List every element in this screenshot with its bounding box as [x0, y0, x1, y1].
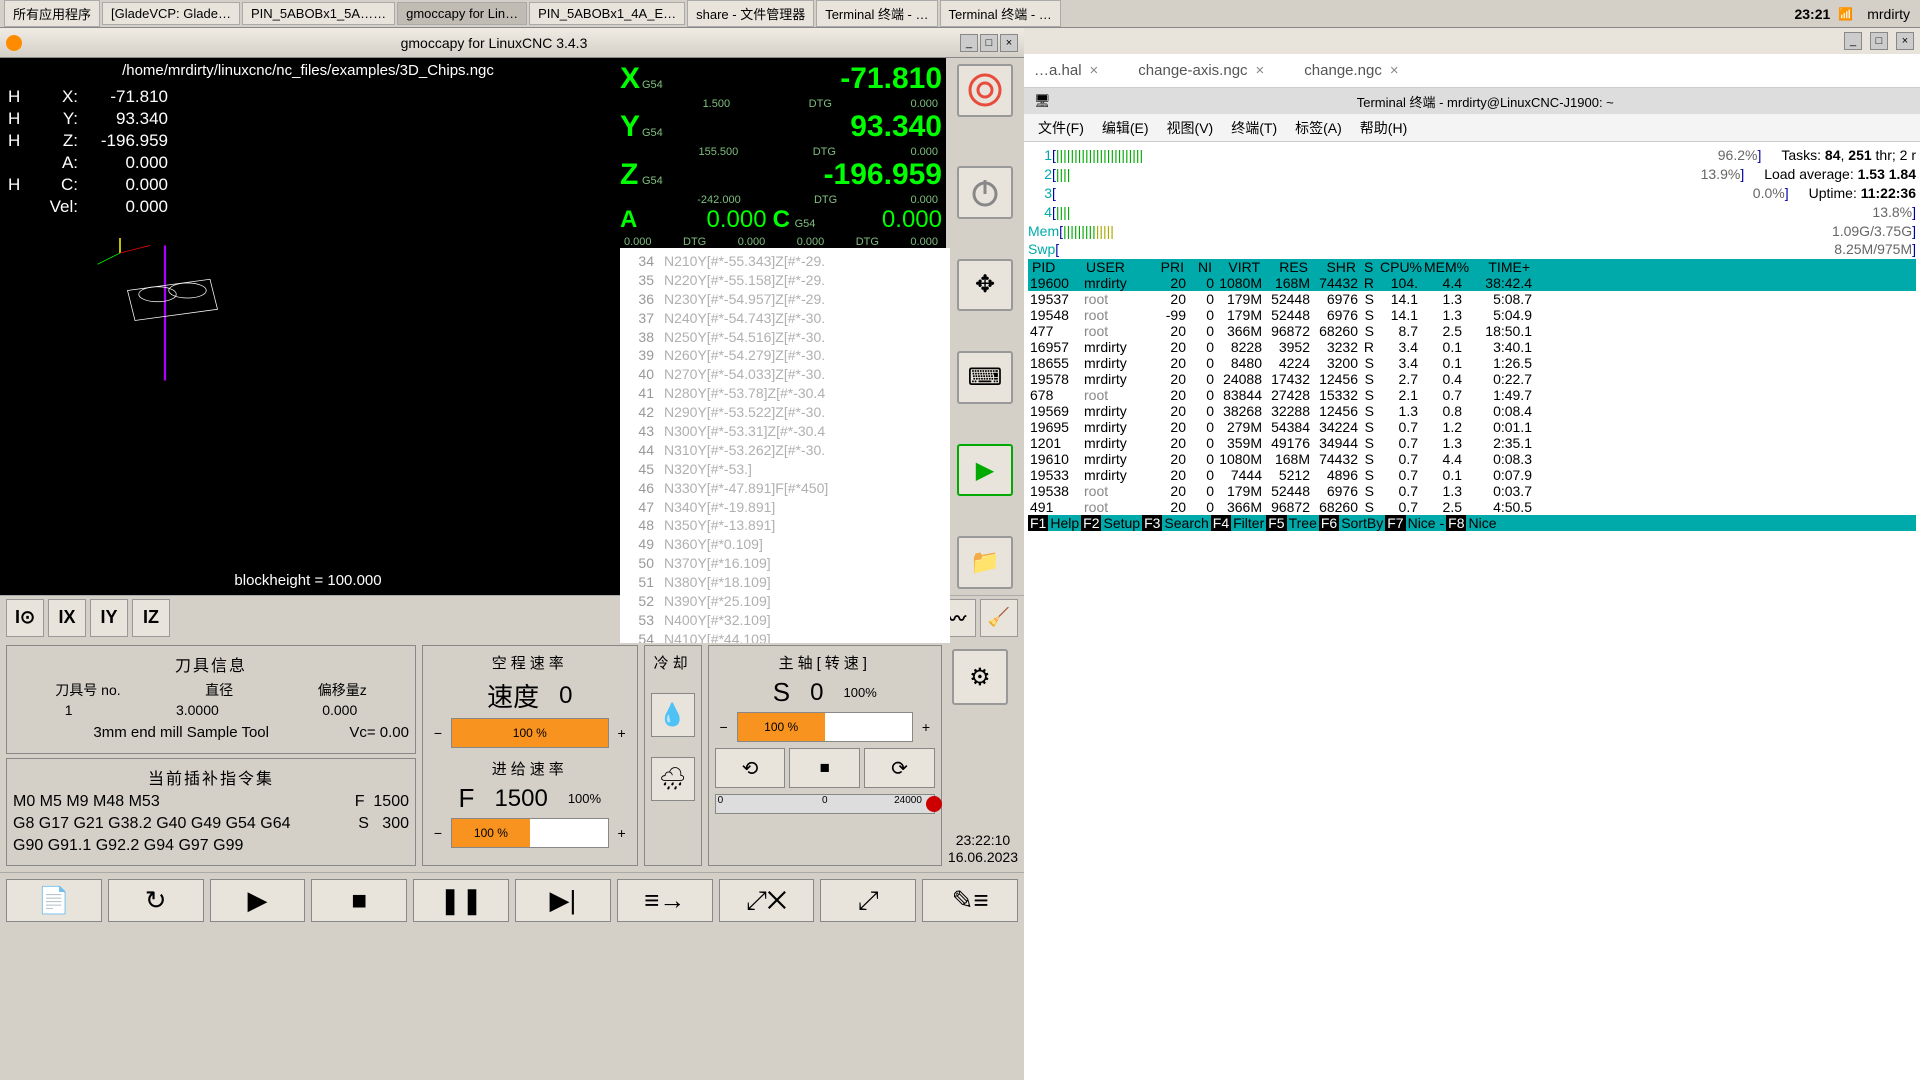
taskbar-app-share[interactable]: share - 文件管理器: [687, 0, 814, 27]
htop-header: PIDUSERPRINIVIRTRESSHRSCPU%MEM%TIME+: [1028, 259, 1916, 275]
rapid-minus[interactable]: −: [429, 721, 447, 745]
spindle-speed-bar[interactable]: 0 0 24000: [715, 794, 935, 814]
rapid-slider[interactable]: 100 %: [451, 718, 609, 748]
taskbar-app-gladevcp[interactable]: [GladeVCP: Glade…: [102, 2, 240, 25]
spindle-led: [926, 796, 942, 812]
close-button[interactable]: ×: [1000, 34, 1018, 52]
menu-view[interactable]: 视图(V): [1167, 118, 1214, 138]
terminal-titlebar[interactable]: _ □ ×: [1024, 28, 1920, 54]
fullscreen-button[interactable]: ⤢: [820, 879, 916, 922]
view-z-button[interactable]: IZ: [132, 599, 170, 637]
feed-slider[interactable]: 100 %: [451, 818, 609, 848]
flood-button[interactable]: 🌧: [651, 757, 695, 801]
network-icon[interactable]: 📶: [1838, 7, 1853, 21]
gcode-listing[interactable]: 34N210Y[#*-55.343]Z[#*-29.35N220Y[#*-55.…: [620, 248, 950, 643]
settings-button[interactable]: ⚙: [952, 649, 1008, 705]
term-close[interactable]: ×: [1896, 32, 1914, 50]
term-minimize[interactable]: _: [1844, 32, 1862, 50]
clear-button[interactable]: 🧹: [980, 599, 1018, 637]
file-path: /home/mrdirty/linuxcnc/nc_files/examples…: [0, 58, 616, 83]
htop-footer[interactable]: F1HelpF2SetupF3SearchF4FilterF5TreeF6Sor…: [1028, 515, 1916, 531]
window-title: gmoccapy for LinuxCNC 3.4.3: [30, 35, 958, 51]
spindle-minus[interactable]: −: [715, 715, 733, 739]
feed-minus[interactable]: −: [429, 821, 447, 845]
jog-button[interactable]: ✥: [957, 259, 1013, 312]
taskbar-app-pin4a[interactable]: PIN_5ABOBx1_4A_E…: [529, 2, 685, 25]
blockheight-label: blockheight = 100.000: [0, 572, 616, 589]
menu-tabs[interactable]: 标签(A): [1295, 118, 1342, 138]
run-from-line-button[interactable]: ≡→: [617, 879, 713, 922]
feed-panel: 空程速率 速度0 −100 %+ 进给速率 F1500100% −100 %+: [422, 645, 638, 866]
minimize-button[interactable]: _: [960, 34, 978, 52]
taskbar-start[interactable]: 所有应用程序: [4, 0, 100, 27]
pause-button[interactable]: ❚❚: [413, 879, 509, 922]
open-file-button[interactable]: 📄: [6, 879, 102, 922]
modal-gcodes-panel: 当前插补指令集 M0 M5 M9 M48 M53F 1500 G8 G17 G2…: [6, 758, 416, 866]
folder-button[interactable]: 📁: [957, 536, 1013, 589]
htop-process-list: 19600mrdirty2001080M168M74432R104.4.438:…: [1028, 275, 1916, 515]
tab-close-icon[interactable]: ×: [1090, 62, 1099, 79]
terminal-icon: 🖥: [1034, 93, 1051, 109]
taskbar-app-terminal2[interactable]: Terminal 终端 - …: [940, 0, 1061, 27]
titlebar[interactable]: gmoccapy for LinuxCNC 3.4.3 _ □ ×: [0, 28, 1024, 58]
skip-button[interactable]: ⤢✕: [719, 879, 815, 922]
tool-info-panel: 刀具信息 刀具号 no.直径偏移量z 13.00000.000 3mm end …: [6, 645, 416, 754]
spindle-override-slider[interactable]: 100 %: [737, 712, 913, 742]
menu-file[interactable]: 文件(F): [1038, 118, 1084, 138]
feed-plus[interactable]: +: [613, 821, 631, 845]
tab-hal[interactable]: …a.hal×: [1034, 62, 1098, 79]
spindle-stop-button[interactable]: ⏹: [789, 748, 860, 788]
tab-change-axis[interactable]: change-axis.ngc×: [1138, 62, 1264, 79]
app-icon: [6, 35, 22, 51]
view-x-button[interactable]: IX: [48, 599, 86, 637]
tab-change[interactable]: change.ngc×: [1304, 62, 1398, 79]
bottom-toolbar: 📄 ↻ ▶ ■ ❚❚ ▶| ≡→ ⤢✕ ⤢ ✎≡: [0, 872, 1024, 928]
keyboard-button[interactable]: ⌨: [957, 351, 1013, 404]
power-button[interactable]: [957, 166, 1013, 219]
maximize-button[interactable]: □: [980, 34, 998, 52]
terminal-header: 🖥 Terminal 终端 - mrdirty@LinuxCNC-J1900: …: [1024, 88, 1920, 114]
edit-button[interactable]: ✎≡: [922, 879, 1018, 922]
taskbar-app-terminal1[interactable]: Terminal 终端 - …: [816, 0, 937, 27]
spindle-plus[interactable]: +: [917, 715, 935, 739]
terminal-window: _ □ × …a.hal× change-axis.ngc× change.ng…: [1024, 28, 1920, 1080]
tab-close-icon[interactable]: ×: [1390, 62, 1399, 79]
menu-edit[interactable]: 编辑(E): [1102, 118, 1149, 138]
estop-button[interactable]: [957, 64, 1013, 117]
toolpath-drawing: [80, 238, 280, 388]
run-button[interactable]: ▶: [957, 444, 1013, 497]
spindle-cw-button[interactable]: ⟳: [864, 748, 935, 788]
taskbar-app-pin5a[interactable]: PIN_5ABOBx1_5A……: [242, 2, 395, 25]
editor-tabs-row: …a.hal× change-axis.ngc× change.ngc×: [1024, 54, 1920, 88]
spindle-ccw-button[interactable]: ⟲: [715, 748, 786, 788]
term-maximize[interactable]: □: [1870, 32, 1888, 50]
user-label[interactable]: mrdirty: [1861, 4, 1916, 24]
side-button-column: ✥ ⌨ ▶ 📁: [946, 58, 1024, 595]
tab-close-icon[interactable]: ×: [1256, 62, 1265, 79]
spindle-panel: 主轴[转速] S0100% −100 %+ ⟲ ⏹ ⟳ 0 0 24000: [708, 645, 942, 866]
timestamp: 23:22:10 16.06.2023: [948, 824, 1018, 866]
clock: 23:21: [1794, 6, 1830, 22]
terminal-body[interactable]: 1[||||||||||||||||||||||||96.2%]Tasks: 8…: [1024, 142, 1920, 1080]
step-button[interactable]: ▶|: [515, 879, 611, 922]
reload-button[interactable]: ↻: [108, 879, 204, 922]
coord-list: HX:-71.810 HY:93.340 HZ:-196.959 A:0.000…: [8, 86, 168, 219]
rapid-plus[interactable]: +: [613, 721, 631, 745]
coolant-panel: 冷却 💧 🌧: [644, 645, 702, 866]
taskbar-app-gmoccapy[interactable]: gmoccapy for Lin…: [397, 2, 527, 25]
stop-button[interactable]: ■: [311, 879, 407, 922]
view-y-button[interactable]: IY: [90, 599, 128, 637]
preview-pane[interactable]: /home/mrdirty/linuxcnc/nc_files/examples…: [0, 58, 616, 595]
play-button[interactable]: ▶: [210, 879, 306, 922]
taskbar: 所有应用程序 [GladeVCP: Glade… PIN_5ABOBx1_5A……: [0, 0, 1920, 28]
terminal-menubar: 文件(F) 编辑(E) 视图(V) 终端(T) 标签(A) 帮助(H): [1024, 114, 1920, 142]
menu-help[interactable]: 帮助(H): [1360, 118, 1407, 138]
menu-terminal[interactable]: 终端(T): [1231, 118, 1277, 138]
gmoccapy-window: gmoccapy for LinuxCNC 3.4.3 _ □ × /home/…: [0, 28, 1024, 1080]
mist-button[interactable]: 💧: [651, 693, 695, 737]
view-iso-button[interactable]: I⊙: [6, 599, 44, 637]
